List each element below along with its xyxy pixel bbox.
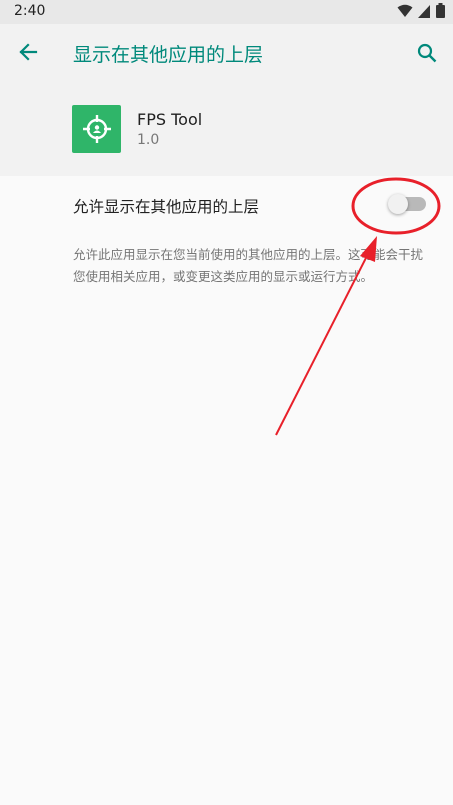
status-time: 2:40 — [14, 3, 46, 19]
signal-icon — [418, 3, 431, 22]
search-icon — [417, 43, 437, 63]
back-arrow-icon — [19, 43, 38, 61]
page-title: 显示在其他应用的上层 — [73, 44, 264, 66]
app-name: FPS Tool — [137, 110, 203, 129]
crosshair-icon — [82, 115, 111, 143]
app-version: 1.0 — [137, 132, 160, 148]
app-icon — [72, 105, 121, 153]
battery-icon — [436, 2, 445, 22]
permission-setting-label: 允许显示在其他应用的上层 — [73, 198, 260, 216]
permission-toggle[interactable] — [388, 194, 426, 214]
status-bar: 2:40 — [0, 0, 453, 24]
back-button[interactable] — [14, 38, 42, 66]
permission-setting-row[interactable]: 允许显示在其他应用的上层 — [0, 176, 453, 234]
toggle-thumb — [388, 194, 408, 214]
permission-description: 允许此应用显示在您当前使用的其他应用的上层。这可能会干扰您使用相关应用，或变更这… — [73, 247, 424, 284]
app-info-header: 显示在其他应用的上层 FPS Tool 1.0 — [0, 24, 453, 176]
search-button[interactable] — [413, 39, 441, 67]
wifi-icon — [397, 3, 413, 22]
status-icons — [397, 2, 445, 22]
